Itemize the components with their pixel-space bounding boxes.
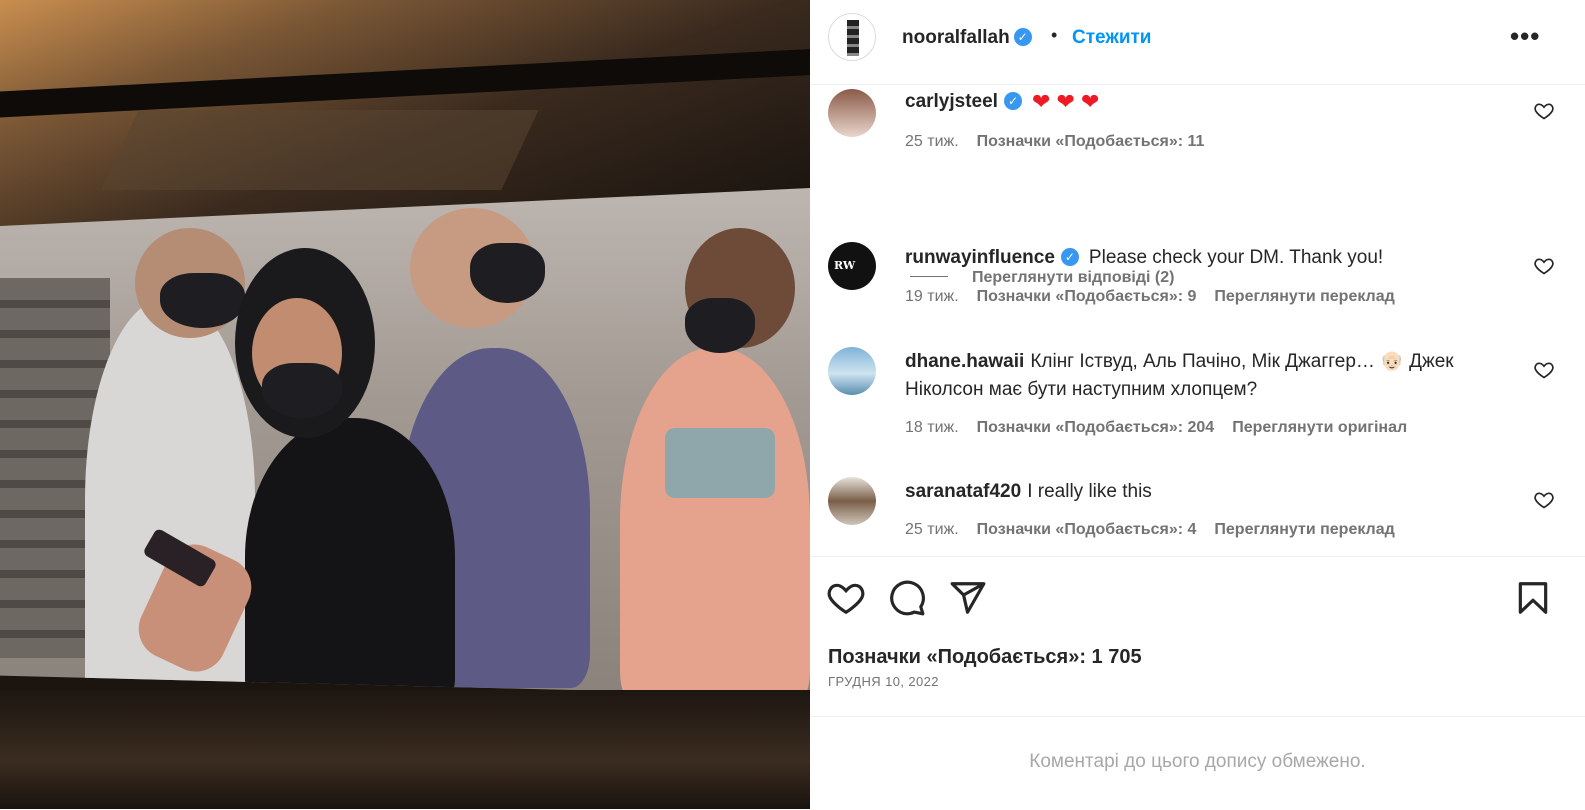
commenter-username[interactable]: dhane.hawaii <box>905 351 1024 372</box>
verified-badge-icon: ✓ <box>1060 248 1079 266</box>
heart-icon[interactable] <box>1534 490 1554 510</box>
comment-text: ❤ ❤ ❤ <box>1031 89 1100 114</box>
comment-time[interactable]: 25 тиж. <box>905 521 959 538</box>
heart-icon[interactable] <box>827 579 865 617</box>
heart-icon[interactable] <box>1534 101 1554 121</box>
comment-likes[interactable]: Позначки «Подобається»: 4 <box>977 521 1197 538</box>
follow-button[interactable]: Стежити <box>1072 27 1151 49</box>
post-side-panel: nooralfallah ✓ • Стежити ••• carlyjsteel ✓… <box>810 0 1585 809</box>
paper-plane-icon[interactable] <box>949 579 987 617</box>
commenter-username[interactable]: carlyjsteel <box>905 91 998 112</box>
photographed-screen <box>0 188 810 696</box>
comment-meta: 19 тиж. Позначки «Подобається»: 9 Переглян… <box>905 288 1413 306</box>
see-original-button[interactable]: Переглянути оригінал <box>1232 419 1407 436</box>
author-username[interactable]: nooralfallah <box>902 27 1010 48</box>
comment-likes[interactable]: Позначки «Подобається»: 9 <box>977 288 1197 305</box>
replies-line <box>910 276 948 277</box>
photo-foreground <box>0 690 810 809</box>
more-dots-icon[interactable]: ••• <box>1510 23 1540 49</box>
verified-badge-icon: ✓ <box>1013 28 1032 46</box>
comment-likes[interactable]: Позначки «Подобається»: 204 <box>977 419 1215 436</box>
comment-time[interactable]: 18 тиж. <box>905 419 959 436</box>
comment-time[interactable]: 19 тиж. <box>905 288 959 305</box>
heart-icon[interactable] <box>1534 360 1554 380</box>
post-photo[interactable] <box>0 0 810 809</box>
verified-badge-icon: ✓ <box>1003 92 1022 110</box>
comment-text: Please check your DM. Thank you! <box>1088 247 1384 268</box>
comments-limited-text: Коментарі до цього допису обмежено. <box>1029 751 1366 772</box>
comments-list[interactable]: carlyjsteel ✓ ❤ ❤ ❤ 25 тиж. Позначки «Подоб… <box>810 85 1585 555</box>
comment-text-wrap: runwayinfluence ✓ Please check your DM. Th… <box>905 244 1465 272</box>
comment-text: I really like this <box>1027 481 1152 502</box>
comment-text-wrap: carlyjsteel ✓ ❤ ❤ ❤ <box>905 88 1465 116</box>
commenter-avatar[interactable] <box>828 347 876 395</box>
author-username-wrap[interactable]: nooralfallah ✓ <box>902 27 1032 49</box>
author-avatar[interactable] <box>828 13 876 61</box>
post-header: nooralfallah ✓ • Стежити ••• <box>810 0 1585 85</box>
comment-likes[interactable]: Позначки «Подобається»: 11 <box>977 133 1205 150</box>
post-likes-count[interactable]: Позначки «Подобається»: 1 705 <box>828 646 1142 669</box>
post-date[interactable]: ГРУДНЯ 10, 2022 <box>828 674 939 689</box>
comment-time[interactable]: 25 тиж. <box>905 133 959 150</box>
separator-dot: • <box>1051 25 1058 45</box>
commenter-avatar[interactable] <box>828 477 876 525</box>
see-translation-button[interactable]: Переглянути переклад <box>1214 288 1394 305</box>
comments-limited-notice: Коментарі до цього допису обмежено. <box>810 716 1585 810</box>
comment-meta: 18 тиж. Позначки «Подобається»: 204 Перегл… <box>905 419 1425 437</box>
see-translation-button[interactable]: Переглянути переклад <box>1214 521 1394 538</box>
commenter-username[interactable]: runwayinfluence <box>905 247 1055 268</box>
bookmark-icon[interactable] <box>1514 579 1552 617</box>
post-actions: Позначки «Подобається»: 1 705 ГРУДНЯ 10,… <box>810 556 1585 717</box>
comment-meta: 25 тиж. Позначки «Подобається»: 4 Переглян… <box>905 521 1413 539</box>
comment-text-wrap: dhane.hawaii Клінг Іствуд, Аль Пачіно, Мі… <box>905 348 1465 404</box>
comment-meta: 25 тиж. Позначки «Подобається»: 11 <box>905 133 1222 151</box>
comment-bubble-icon[interactable] <box>888 579 926 617</box>
comment-text-wrap: saranataf420 I really like this <box>905 478 1465 506</box>
commenter-avatar[interactable]: RW <box>828 242 876 290</box>
heart-icon[interactable] <box>1534 256 1554 276</box>
commenter-username[interactable]: saranataf420 <box>905 481 1021 502</box>
commenter-avatar[interactable] <box>828 89 876 137</box>
